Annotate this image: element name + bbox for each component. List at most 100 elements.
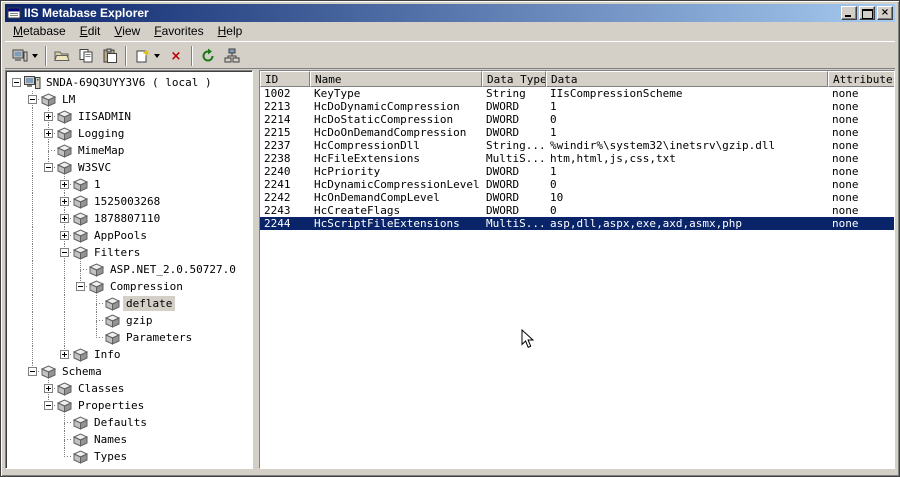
node-icon — [104, 296, 121, 311]
expand-plus-icon[interactable] — [60, 180, 69, 189]
menu-view[interactable]: View — [107, 22, 147, 41]
connect-button[interactable] — [8, 45, 42, 67]
node-icon — [88, 262, 105, 277]
tree-item-label: gzip — [126, 314, 153, 327]
list-row-2215[interactable]: 2215 HcDoOnDemandCompression DWORD 1 none — [260, 126, 894, 139]
new-key-icon — [134, 48, 150, 64]
menu-edit[interactable]: Edit — [73, 22, 108, 41]
tree-item-lm[interactable]: LM — [8, 91, 252, 108]
node-icon — [72, 177, 89, 192]
list-row-2213[interactable]: 2213 HcDoDynamicCompression DWORD 1 none — [260, 100, 894, 113]
cell-data: 1 — [550, 165, 557, 178]
expand-plus-icon[interactable] — [60, 197, 69, 206]
tree-item-classes[interactable]: Classes — [8, 380, 252, 397]
collapse-minus-icon[interactable] — [44, 401, 53, 410]
main-content: SNDA-69Q3UYY3V6 ( local ) LM IISADMIN Loggi… — [5, 70, 895, 469]
tree-item-defaults[interactable]: Defaults — [8, 414, 252, 431]
cell-id: 2214 — [264, 113, 291, 126]
column-header-attributes[interactable]: Attributes — [828, 71, 894, 87]
tree-item-mimemap[interactable]: MimeMap — [8, 142, 252, 159]
tree-connector — [56, 448, 72, 465]
list-row-2240[interactable]: 2240 HcPriority DWORD 1 none — [260, 165, 894, 178]
collapse-minus-icon[interactable] — [76, 282, 85, 291]
tree-indent — [24, 312, 40, 329]
tree-item-label: 1525003268 — [94, 195, 161, 208]
expand-plus-icon[interactable] — [44, 129, 53, 138]
cell-data: 0 — [550, 113, 557, 126]
column-header-data-type[interactable]: Data Type — [482, 71, 546, 87]
menu-metabase[interactable]: Metabase — [6, 22, 73, 41]
expand-plus-icon[interactable] — [44, 112, 53, 121]
tree-item-parameters[interactable]: Parameters — [8, 329, 252, 346]
open-button[interactable] — [50, 45, 74, 67]
tree-item-1525003268[interactable]: 1525003268 — [8, 193, 252, 210]
maximize-button[interactable] — [859, 6, 875, 20]
list-row-2237[interactable]: 2237 HcCompressionDll String... %windir%\sy… — [260, 139, 894, 152]
tree-item-names[interactable]: Names — [8, 431, 252, 448]
list-row-2214[interactable]: 2214 HcDoStaticCompression DWORD 0 none — [260, 113, 894, 126]
tree-item-label: MimeMap — [78, 144, 125, 157]
tree-item-filters[interactable]: Filters — [8, 244, 252, 261]
cell-data-type: MultiS... — [486, 152, 546, 165]
expand-plus-icon[interactable] — [60, 214, 69, 223]
tree-item-1878807110[interactable]: 1878807110 — [8, 210, 252, 227]
tree-item-logging[interactable]: Logging — [8, 125, 252, 142]
delete-button[interactable]: × — [164, 45, 188, 67]
cell-data: 1 — [550, 100, 557, 113]
tree-item-info[interactable]: Info — [8, 346, 252, 363]
dropdown-arrow-icon[interactable] — [32, 53, 38, 58]
column-header-id[interactable]: ID — [260, 71, 310, 87]
tree-item-schema[interactable]: Schema — [8, 363, 252, 380]
toolbar-separator — [125, 45, 127, 66]
collapse-minus-icon[interactable] — [12, 78, 21, 87]
column-header-data[interactable]: Data — [546, 71, 828, 87]
list-row-2238[interactable]: 2238 HcFileExtensions MultiS... htm,html,js… — [260, 152, 894, 165]
cell-name: HcPriority — [314, 165, 381, 178]
title-bar[interactable]: IIS Metabase Explorer × — [5, 4, 895, 22]
menu-favorites[interactable]: Favorites — [147, 22, 210, 41]
tree-item-types[interactable]: Types — [8, 448, 252, 465]
menu-help[interactable]: Help — [211, 22, 250, 41]
tree-item-apppools[interactable]: AppPools — [8, 227, 252, 244]
close-button[interactable]: × — [877, 6, 893, 20]
minimize-button[interactable] — [841, 6, 857, 20]
new-key-button[interactable] — [130, 45, 164, 67]
tree-item-w3svc[interactable]: W3SVC — [8, 159, 252, 176]
node-icon — [104, 313, 121, 328]
list-row-1002[interactable]: 1002 KeyType String IIsCompressionScheme non… — [260, 87, 894, 100]
column-header-name[interactable]: Name — [310, 71, 482, 87]
expand-plus-icon[interactable] — [44, 384, 53, 393]
tree-item-iisadmin[interactable]: IISADMIN — [8, 108, 252, 125]
list-row-2242[interactable]: 2242 HcOnDemandCompLevel DWORD 10 none — [260, 191, 894, 204]
node-icon — [56, 398, 73, 413]
view-nodes-button[interactable] — [220, 45, 244, 67]
tree-connector — [88, 295, 104, 312]
copy-button[interactable] — [74, 45, 98, 67]
tree-item-label: Info — [94, 348, 121, 361]
expand-plus-icon[interactable] — [60, 231, 69, 240]
dropdown-arrow-icon[interactable] — [154, 53, 160, 58]
collapse-minus-icon[interactable] — [60, 248, 69, 257]
tree-item-compression[interactable]: Compression — [8, 278, 252, 295]
paste-button[interactable] — [98, 45, 122, 67]
tree-item-asp-net-2-0-50727-0[interactable]: ASP.NET_2.0.50727.0 — [8, 261, 252, 278]
tree-item-gzip[interactable]: gzip — [8, 312, 252, 329]
collapse-minus-icon[interactable] — [44, 163, 53, 172]
collapse-minus-icon[interactable] — [28, 95, 37, 104]
list-row-2244[interactable]: 2244 HcScriptFileExtensions MultiS... asp,d… — [260, 217, 894, 230]
tree-item-snda-69q3uyy3v6-local[interactable]: SNDA-69Q3UYY3V6 ( local ) — [8, 74, 252, 91]
tree-item-deflate[interactable]: deflate — [8, 295, 252, 312]
tree-item-properties[interactable]: Properties — [8, 397, 252, 414]
expand-plus-icon[interactable] — [60, 350, 69, 359]
list-row-2241[interactable]: 2241 HcDynamicCompressionLevel DWORD 0 none — [260, 178, 894, 191]
list-row-2243[interactable]: 2243 HcCreateFlags DWORD 0 none — [260, 204, 894, 217]
cell-attributes: none — [832, 178, 859, 191]
refresh-button[interactable] — [196, 45, 220, 67]
tree-item-1[interactable]: 1 — [8, 176, 252, 193]
collapse-minus-icon[interactable] — [28, 367, 37, 376]
cell-data-type: DWORD — [486, 165, 520, 178]
